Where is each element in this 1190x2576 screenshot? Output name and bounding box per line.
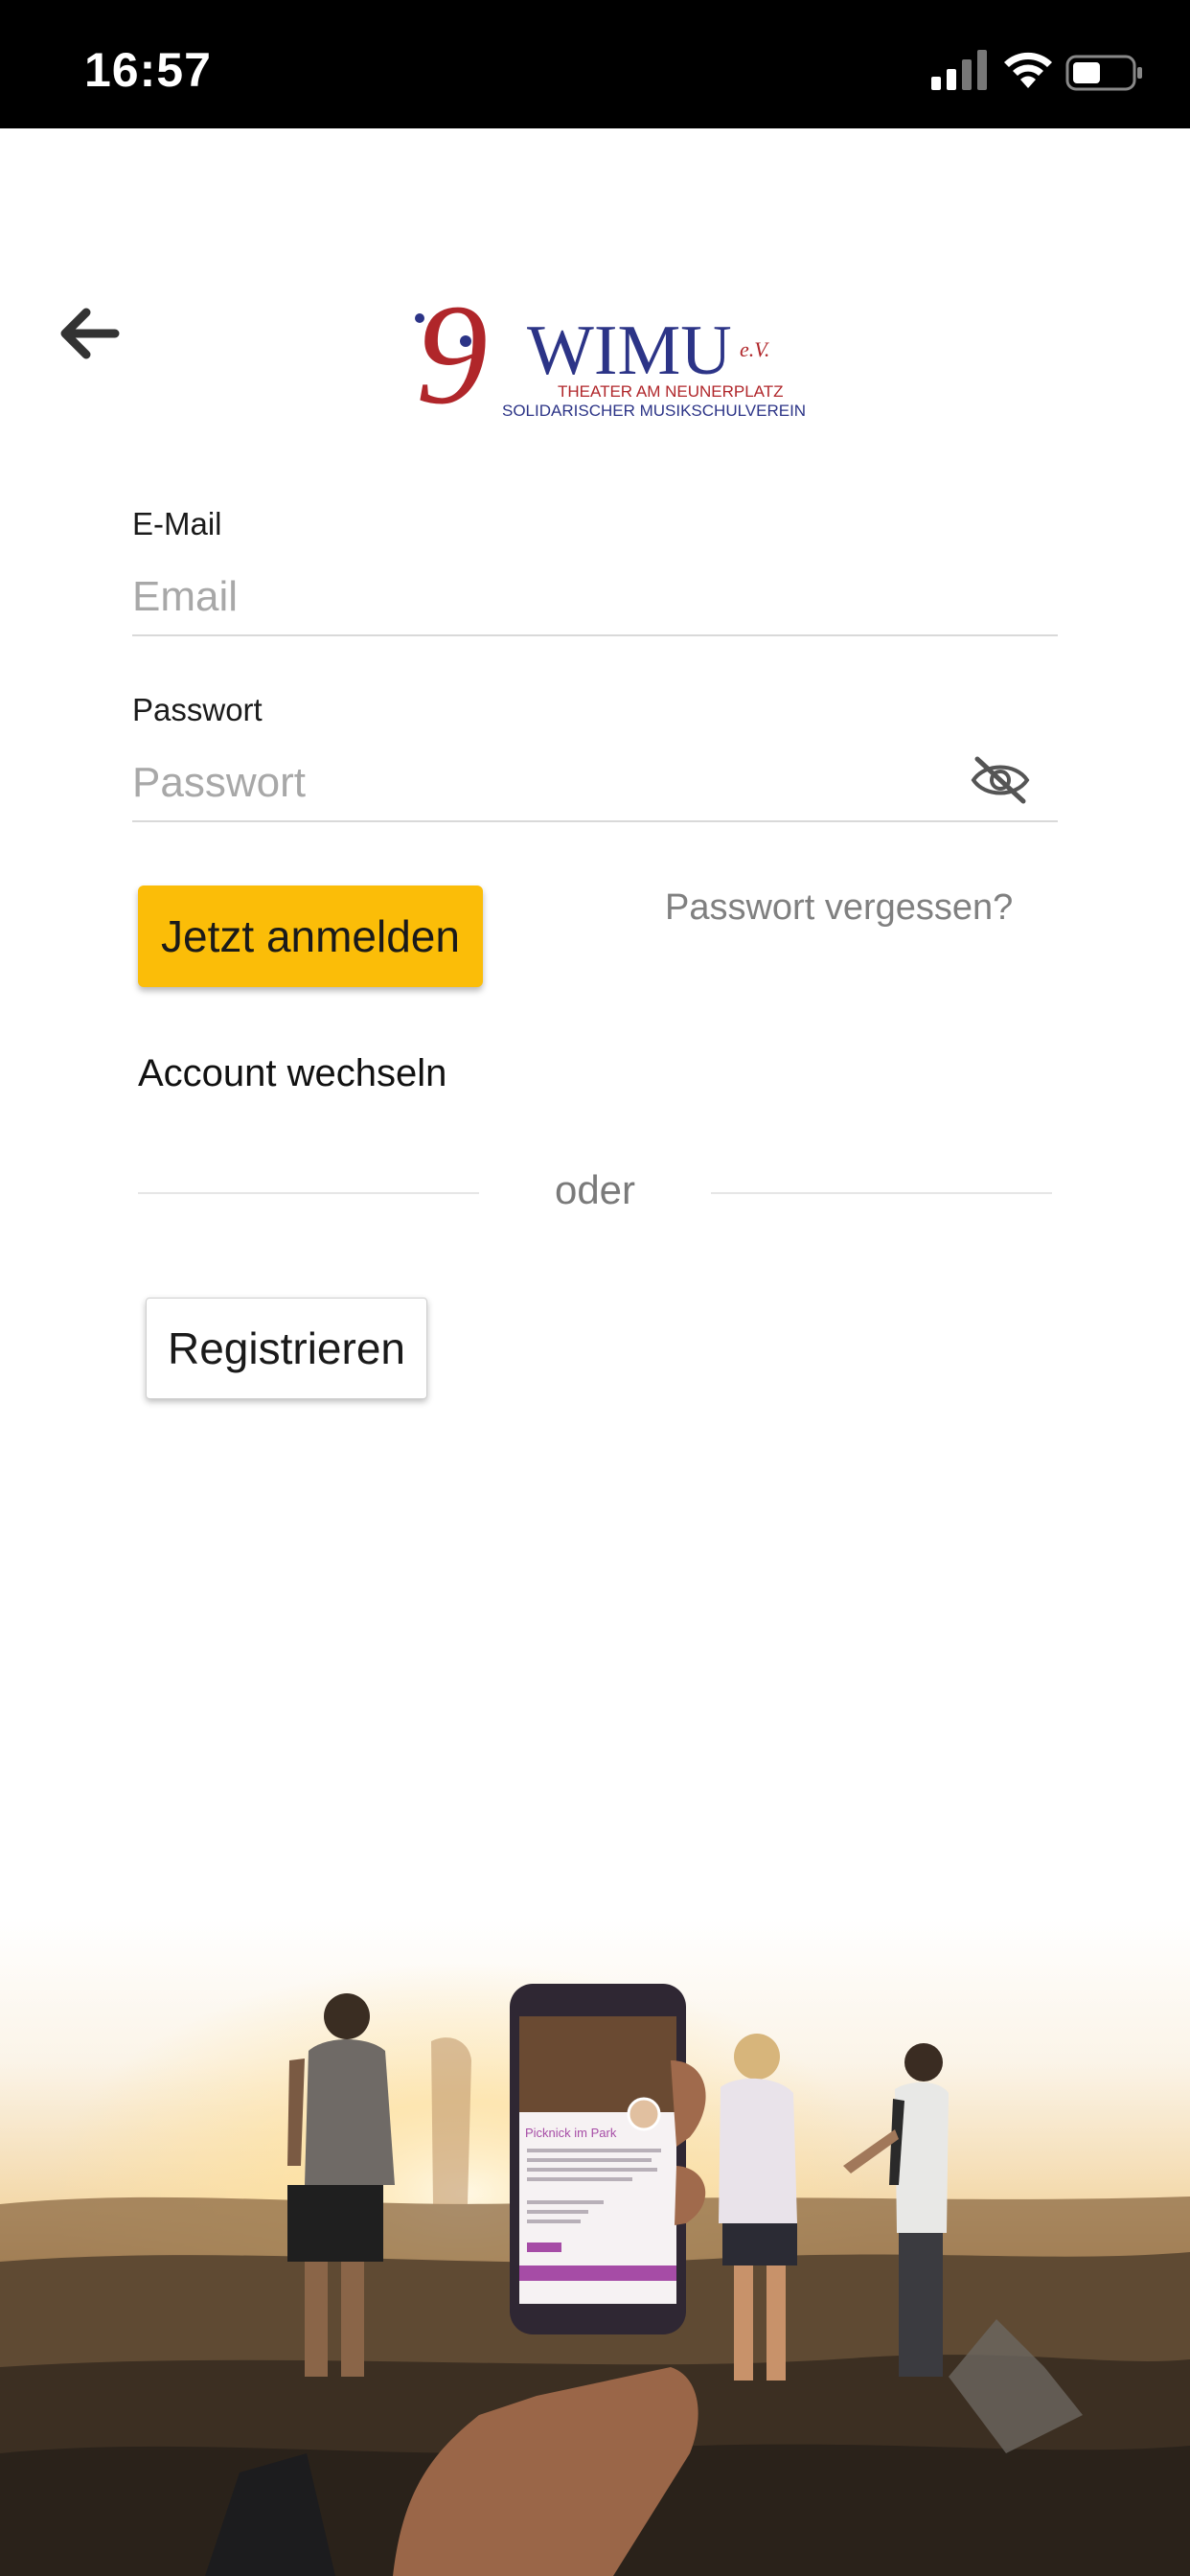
email-label: E-Mail	[132, 506, 222, 541]
hero-image: Picknick im Park	[0, 1917, 1190, 2576]
battery-icon	[1065, 55, 1142, 91]
wimu-logo: 9 WIMU e.V. THEATER AM NEUNERPLATZ SOLID…	[415, 288, 805, 431]
divider-right	[711, 1192, 1052, 1194]
svg-text:9: 9	[416, 288, 488, 431]
login-button[interactable]: Jetzt anmelden	[138, 886, 483, 987]
phone-event-title: Picknick im Park	[525, 2126, 617, 2140]
logo-line1: THEATER AM NEUNERPLATZ	[558, 382, 784, 401]
logo-line2: SOLIDARISCHER MUSIKSCHULVEREIN	[502, 402, 805, 420]
status-bar: 16:57	[0, 0, 1190, 128]
cellular-signal-icon	[931, 50, 987, 90]
switch-account-link[interactable]: Account wechseln	[138, 1052, 446, 1095]
or-separator: oder	[554, 1167, 636, 1212]
password-input[interactable]	[132, 746, 1058, 822]
status-time: 16:57	[84, 43, 212, 97]
register-button[interactable]: Registrieren	[146, 1298, 427, 1399]
password-label: Passwort	[132, 692, 263, 727]
eye-slash-icon[interactable]	[970, 753, 1031, 807]
wifi-icon	[1004, 52, 1052, 88]
divider-left	[138, 1192, 479, 1194]
email-input[interactable]	[132, 560, 1058, 636]
logo-wordmark: WIMU	[527, 311, 732, 390]
forgot-password-link[interactable]: Passwort vergessen?	[665, 887, 1013, 929]
logo-suffix: e.V.	[740, 337, 769, 361]
back-arrow-icon[interactable]	[57, 305, 121, 362]
